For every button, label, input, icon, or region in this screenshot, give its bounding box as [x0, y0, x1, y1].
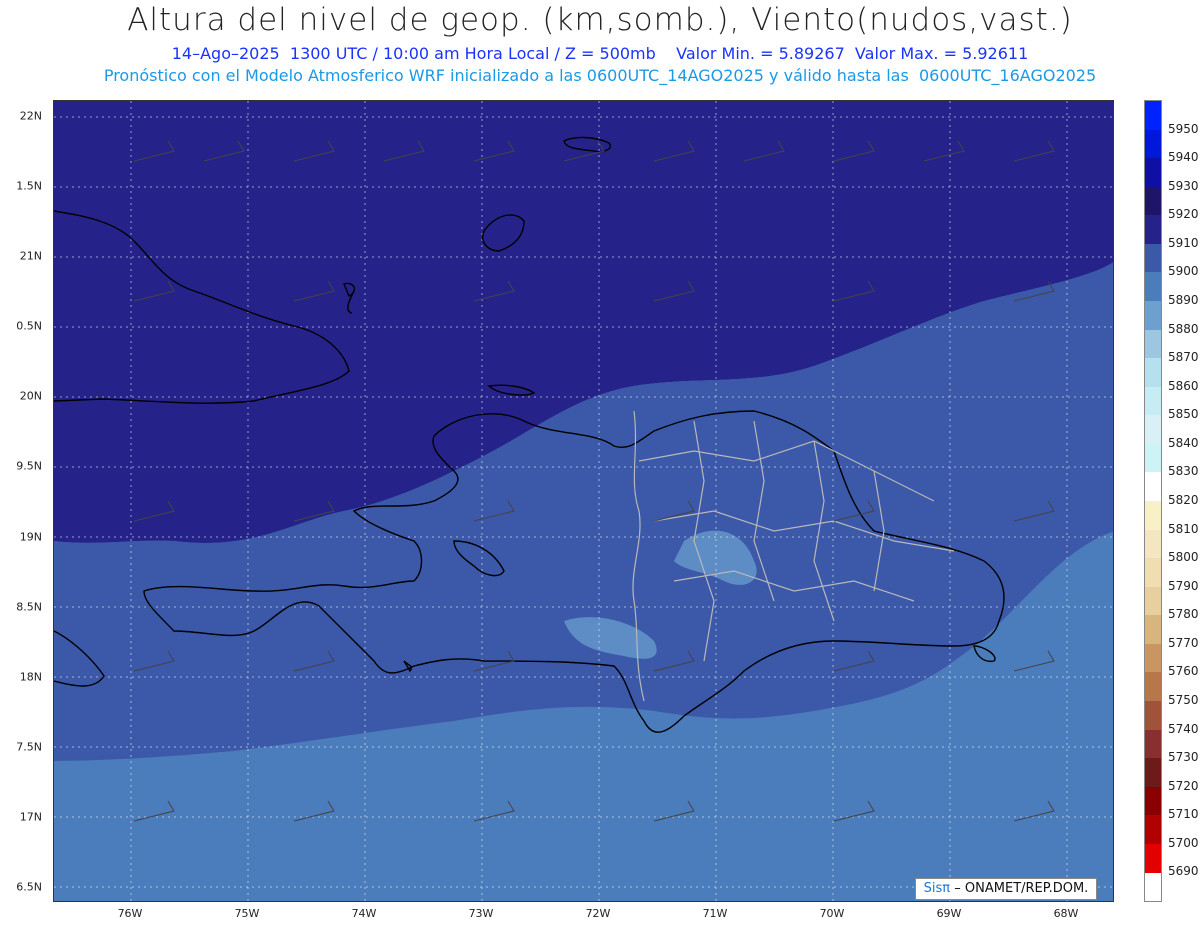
legend-swatch — [1145, 758, 1161, 788]
legend-level-label: 5850 — [1168, 407, 1199, 422]
lon-label: 76W — [117, 907, 143, 920]
sispi-logo: Sisπ — [923, 881, 951, 896]
legend-level-label: 5880 — [1168, 321, 1199, 336]
legend-level-label: 5810 — [1168, 521, 1199, 536]
legend-level-label: 5690 — [1168, 864, 1199, 879]
legend-swatch — [1145, 329, 1161, 359]
lon-label: 71W — [702, 907, 728, 920]
lat-label: 20N — [19, 389, 42, 403]
lon-label: 69W — [936, 907, 962, 920]
legend-level-label: 5720 — [1168, 778, 1199, 793]
legend-swatch — [1145, 615, 1161, 645]
legend-level-label: 5910 — [1168, 235, 1199, 250]
lat-label: 0.5N — [16, 319, 42, 333]
legend-level-label: 5820 — [1168, 493, 1199, 507]
legend-level-label: 5860 — [1168, 378, 1199, 393]
legend-swatch — [1145, 472, 1161, 502]
lat-label: 9.5N — [16, 459, 42, 473]
lon-label: 68W — [1053, 907, 1079, 920]
legend-level-label: 5760 — [1168, 664, 1199, 679]
legend-swatch — [1145, 386, 1161, 416]
legend-level-label: 5730 — [1168, 750, 1199, 765]
legend-swatch — [1145, 586, 1161, 616]
lon-label: 70W — [819, 907, 845, 920]
lon-label: 72W — [585, 907, 611, 920]
lat-label: 22N — [19, 109, 42, 123]
legend-level-label: 5830 — [1168, 464, 1199, 479]
legend-swatch — [1145, 643, 1161, 673]
legend-swatch — [1145, 729, 1161, 759]
legend-swatch — [1145, 843, 1161, 873]
lat-label: 17N — [19, 810, 42, 824]
legend-level-label: 5900 — [1168, 264, 1199, 279]
legend-level-label: 5890 — [1168, 293, 1199, 307]
legend-level-label: 5700 — [1168, 835, 1199, 850]
legend-level-label: 5750 — [1168, 693, 1199, 707]
legend-level-label: 5770 — [1168, 635, 1199, 650]
lat-label: 19N — [19, 530, 42, 544]
legend-swatch — [1145, 186, 1161, 216]
legend-level-label: 5780 — [1168, 607, 1199, 622]
legend-level-label: 5920 — [1168, 207, 1199, 222]
lon-label: 73W — [468, 907, 494, 920]
lat-label: 8.5N — [16, 600, 42, 614]
legend-level-label: 5840 — [1168, 435, 1199, 450]
legend-swatch — [1145, 358, 1161, 388]
credit-box: Sisπ – ONAMET/REP.DOM. — [915, 878, 1097, 900]
lat-label: 7.5N — [16, 740, 42, 754]
legend-level-label: 5950 — [1168, 121, 1199, 136]
legend-swatch — [1145, 415, 1161, 445]
model-run-subtitle: Pronóstico con el Modelo Atmosferico WRF… — [103, 66, 1097, 85]
legend-swatch — [1145, 786, 1161, 816]
legend-swatch — [1145, 815, 1161, 845]
legend-swatch — [1145, 672, 1161, 702]
legend-level-label: 5800 — [1168, 550, 1199, 565]
legend-level-label: 5940 — [1168, 150, 1199, 165]
map-panel — [53, 100, 1114, 902]
legend-swatch — [1145, 272, 1161, 302]
legend-swatch — [1145, 243, 1161, 273]
chart-title: Altura del nivel de geop. (km,somb.), Vi… — [127, 2, 1073, 38]
legend-swatch — [1145, 129, 1161, 159]
legend-swatch — [1145, 301, 1161, 330]
legend-swatch — [1145, 558, 1161, 588]
legend-level-label: 5710 — [1168, 807, 1199, 822]
legend-swatch — [1145, 158, 1161, 188]
legend-level-label: 5740 — [1168, 721, 1199, 736]
color-legend-bar — [1144, 100, 1162, 902]
lon-label: 75W — [234, 907, 260, 920]
legend-swatch — [1145, 529, 1161, 559]
lat-label: 1.5N — [16, 179, 42, 193]
map-canvas — [54, 101, 1113, 901]
legend-level-label: 5930 — [1168, 178, 1199, 193]
legend-level-label: 5870 — [1168, 350, 1199, 365]
valid-time-subtitle: 14–Ago–2025 1300 UTC / 10:00 am Hora Loc… — [171, 44, 1029, 63]
lat-label: 6.5N — [16, 880, 42, 894]
legend-swatch — [1145, 101, 1161, 130]
lon-label: 74W — [351, 907, 377, 920]
legend-level-label: 5790 — [1168, 578, 1199, 593]
legend-swatch — [1145, 215, 1161, 245]
legend-swatch — [1145, 443, 1161, 473]
lat-label: 21N — [19, 249, 42, 263]
lat-label: 18N — [19, 670, 42, 684]
credit-text: – ONAMET/REP.DOM. — [954, 881, 1089, 896]
legend-swatch — [1145, 701, 1161, 730]
legend-swatch — [1145, 501, 1161, 530]
